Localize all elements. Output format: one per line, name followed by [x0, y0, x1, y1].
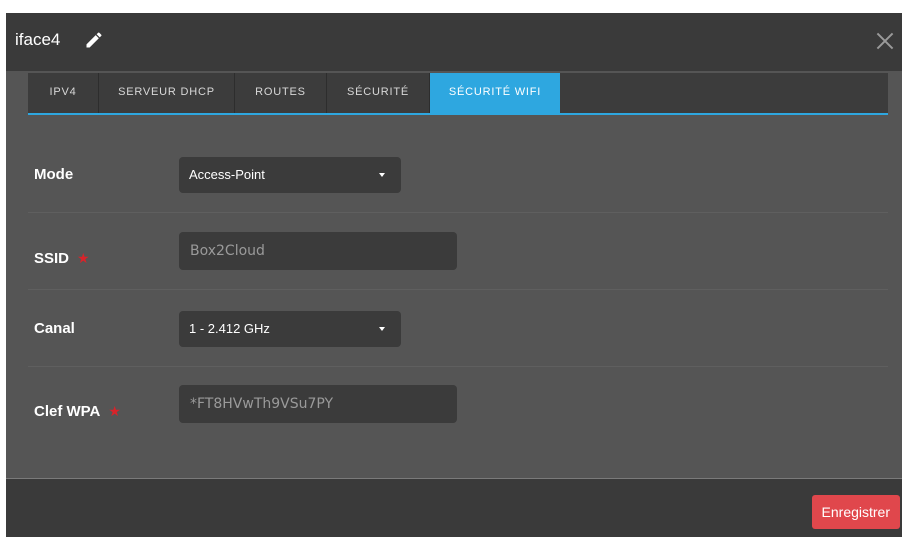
tab-ipv4[interactable]: IPV4: [28, 73, 99, 113]
chevron-down-icon: [379, 173, 385, 177]
required-star-icon: ★: [108, 403, 121, 419]
tab-securite[interactable]: SÉCURITÉ: [327, 73, 430, 113]
ssid-label-text: SSID: [34, 250, 70, 267]
tab-serveur-dhcp[interactable]: SERVEUR DHCP: [99, 73, 235, 113]
dialog-title: iface4: [15, 30, 61, 49]
form-row-ssid: SSID ★: [28, 213, 888, 290]
mode-select-value: Access-Point: [189, 167, 265, 182]
close-icon[interactable]: [872, 28, 898, 54]
form-row-wpa: Clef WPA ★: [28, 367, 888, 443]
wpa-label-text: Clef WPA: [34, 403, 101, 420]
required-star-icon: ★: [77, 250, 90, 266]
form-row-mode: Mode Access-Point: [28, 136, 888, 213]
canal-select-value: 1 - 2.412 GHz: [189, 321, 270, 336]
chevron-down-icon: [379, 327, 385, 331]
canal-select[interactable]: 1 - 2.412 GHz: [179, 311, 401, 347]
dialog-header: iface4: [6, 13, 902, 71]
tab-bar: IPV4 SERVEUR DHCP ROUTES SÉCURITÉ SÉCURI…: [28, 73, 888, 115]
ssid-label: SSID ★: [34, 250, 90, 267]
save-button[interactable]: Enregistrer: [811, 495, 900, 529]
ssid-input[interactable]: [179, 232, 457, 270]
canal-label: Canal: [34, 320, 75, 337]
wpa-key-input[interactable]: [179, 385, 457, 423]
dialog-footer: Enregistrer: [6, 478, 902, 537]
tab-securite-wifi[interactable]: SÉCURITÉ WIFI: [430, 73, 560, 113]
tab-routes[interactable]: ROUTES: [235, 73, 327, 113]
mode-label: Mode: [34, 166, 74, 183]
pencil-icon[interactable]: [84, 30, 104, 50]
form-row-canal: Canal 1 - 2.412 GHz: [28, 290, 888, 367]
wpa-label: Clef WPA ★: [34, 403, 121, 420]
mode-select[interactable]: Access-Point: [179, 157, 401, 193]
interface-dialog: iface4 IPV4 SERVEUR DHCP ROUTES SÉCURITÉ…: [6, 13, 902, 537]
